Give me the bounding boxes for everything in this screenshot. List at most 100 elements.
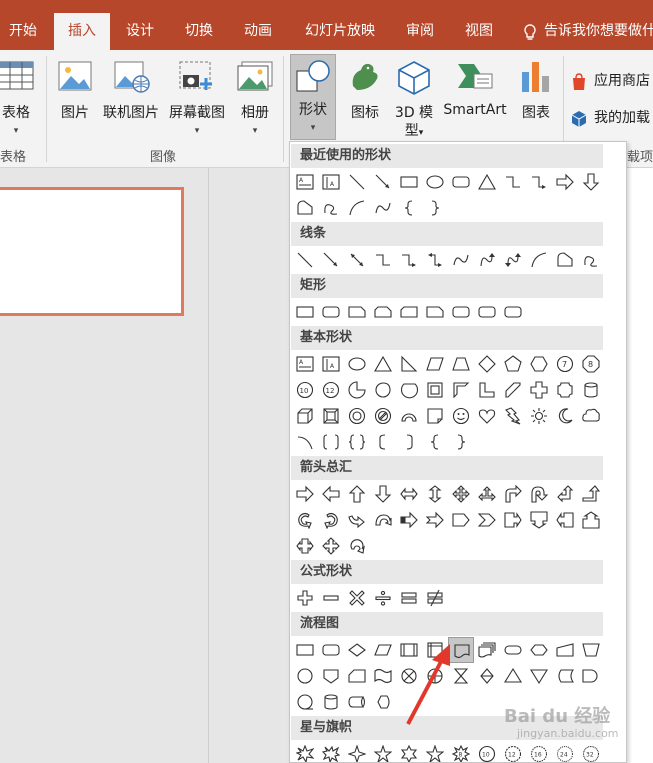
- 3d-models-button[interactable]: 3D 模 型▾: [392, 56, 436, 139]
- shape-scrib-icon[interactable]: [318, 195, 344, 221]
- shape-fconn-icon[interactable]: [292, 663, 318, 689]
- shape-fold-icon[interactable]: [422, 403, 448, 429]
- shape-arw-icon[interactable]: [370, 169, 396, 195]
- tab-design[interactable]: 设计: [116, 13, 164, 50]
- shape-la-icon[interactable]: [318, 481, 344, 507]
- shape-txt-icon[interactable]: A: [292, 169, 318, 195]
- shape-vtxt-icon[interactable]: A: [318, 169, 344, 195]
- shape-notcha-icon[interactable]: [422, 507, 448, 533]
- shape-stripa-icon[interactable]: [396, 507, 422, 533]
- shape-rsnip-icon[interactable]: [396, 299, 422, 325]
- shape-rrect-icon[interactable]: [500, 299, 526, 325]
- tab-transitions[interactable]: 切换: [175, 13, 223, 50]
- screenshot-button[interactable]: 屏幕截图 ▾: [166, 56, 228, 136]
- shape-hex-icon[interactable]: [526, 351, 552, 377]
- shape-elba-icon[interactable]: [396, 247, 422, 273]
- shape-ra-icon[interactable]: [552, 169, 578, 195]
- shape-chev-icon[interactable]: [474, 507, 500, 533]
- shape-diam-icon[interactable]: [474, 351, 500, 377]
- shape-snip-icon[interactable]: [344, 299, 370, 325]
- smartart-button[interactable]: SmartArt: [440, 56, 510, 136]
- shape-fcard-icon[interactable]: [344, 663, 370, 689]
- shape-eqmul-icon[interactable]: [344, 585, 370, 611]
- shape-st8-icon[interactable]: 8: [448, 741, 474, 762]
- shape-lua-icon[interactable]: [552, 481, 578, 507]
- shape-fsort-icon[interactable]: [474, 663, 500, 689]
- shape-smile-icon[interactable]: [448, 403, 474, 429]
- shape-crv-icon[interactable]: [370, 195, 396, 221]
- shape-bup-icon[interactable]: [578, 481, 604, 507]
- shape-rtri-icon[interactable]: [396, 351, 422, 377]
- shape-dec-icon[interactable]: 10: [292, 377, 318, 403]
- shape-larc-icon[interactable]: [292, 429, 318, 455]
- shape-fmag-icon[interactable]: [318, 689, 344, 715]
- shape-oct-icon[interactable]: 8: [578, 351, 604, 377]
- shape-fprep-icon[interactable]: [526, 637, 552, 663]
- shape-rect-icon[interactable]: [292, 299, 318, 325]
- shape-fdir-icon[interactable]: [344, 689, 370, 715]
- shape-fdata-icon[interactable]: [370, 637, 396, 663]
- shape-lcall-icon[interactable]: [552, 507, 578, 533]
- shape-ucall-icon[interactable]: [578, 507, 604, 533]
- shape-diag-icon[interactable]: [500, 377, 526, 403]
- shape-st-icon[interactable]: [370, 741, 396, 762]
- shape-rect-icon[interactable]: [396, 169, 422, 195]
- shape-cloud-icon[interactable]: [578, 403, 604, 429]
- shape-exp2-icon[interactable]: [318, 741, 344, 762]
- shape-snip2-icon[interactable]: [370, 299, 396, 325]
- shape-heart-icon[interactable]: [474, 403, 500, 429]
- tab-review[interactable]: 审阅: [396, 13, 444, 50]
- shape-elb-icon[interactable]: [370, 247, 396, 273]
- shape-fdel-icon[interactable]: [578, 663, 604, 689]
- shape-line-icon[interactable]: [292, 247, 318, 273]
- shape-cube-icon[interactable]: [292, 403, 318, 429]
- shape-rbrk-icon[interactable]: [396, 429, 422, 455]
- shape-rrect-icon[interactable]: [318, 299, 344, 325]
- shape-st-icon[interactable]: [422, 741, 448, 762]
- tab-slideshow[interactable]: 幻灯片放映: [296, 13, 384, 50]
- online-picture-button[interactable]: 联机图片: [101, 56, 161, 136]
- shape-can-icon[interactable]: [578, 377, 604, 403]
- shape-st12-icon[interactable]: 12: [500, 741, 526, 762]
- shape-eqdiv-icon[interactable]: [370, 585, 396, 611]
- shape-frame-icon[interactable]: [422, 377, 448, 403]
- shape-benta-icon[interactable]: [500, 481, 526, 507]
- shape-lra-icon[interactable]: [396, 481, 422, 507]
- tab-view[interactable]: 视图: [455, 13, 503, 50]
- shape-bolt-icon[interactable]: [500, 403, 526, 429]
- shape-foff-icon[interactable]: [318, 663, 344, 689]
- shape-lbrk-icon[interactable]: [370, 429, 396, 455]
- shape-plus-icon[interactable]: [526, 377, 552, 403]
- shape-chord-icon[interactable]: [396, 377, 422, 403]
- shape-cda-icon[interactable]: [370, 507, 396, 533]
- table-button[interactable]: 表格 ▾: [0, 56, 38, 136]
- shape-falt-icon[interactable]: [318, 637, 344, 663]
- shape-ua-icon[interactable]: [344, 481, 370, 507]
- shape-line-icon[interactable]: [344, 169, 370, 195]
- shape-eqeq-icon[interactable]: [396, 585, 422, 611]
- shape-dbrk-icon[interactable]: [318, 429, 344, 455]
- tab-insert[interactable]: 插入: [54, 13, 110, 50]
- shape-ftape-icon[interactable]: [370, 663, 396, 689]
- shape-eqne-icon[interactable]: [422, 585, 448, 611]
- shape-trap-icon[interactable]: [448, 351, 474, 377]
- shape-plaq-icon[interactable]: [552, 377, 578, 403]
- shape-st32-icon[interactable]: 32: [578, 741, 604, 762]
- shape-crv-icon[interactable]: [448, 247, 474, 273]
- shape-oval-icon[interactable]: [344, 351, 370, 377]
- shape-sun-icon[interactable]: [526, 403, 552, 429]
- tab-animations[interactable]: 动画: [234, 13, 282, 50]
- shape-rrect-icon[interactable]: [474, 299, 500, 325]
- shape-crvd-icon[interactable]: [500, 247, 526, 273]
- shape-fman-icon[interactable]: [552, 637, 578, 663]
- shape-elb-icon[interactable]: [500, 169, 526, 195]
- shape-rrect-icon[interactable]: [448, 299, 474, 325]
- shape-tear-icon[interactable]: [370, 377, 396, 403]
- shape-fproc-icon[interactable]: [292, 637, 318, 663]
- chart-button[interactable]: 图表: [514, 56, 558, 136]
- icons-button[interactable]: 图标: [342, 56, 388, 136]
- shape-cua-icon[interactable]: [344, 507, 370, 533]
- shape-fterm-icon[interactable]: [500, 637, 526, 663]
- shape-ccwa-icon[interactable]: [318, 507, 344, 533]
- shape-dcall-icon[interactable]: [526, 507, 552, 533]
